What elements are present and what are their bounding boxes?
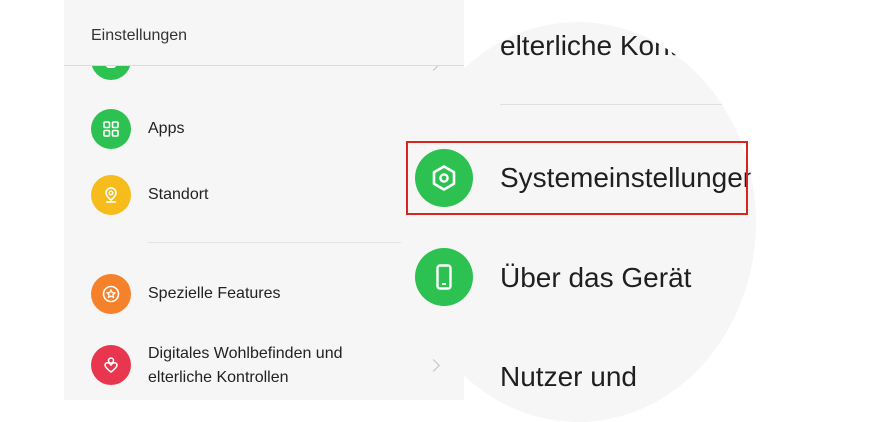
page-title-overlay: Einstellungen [91, 27, 188, 44]
settings-item-label: Standort [148, 186, 209, 203]
highlight-box [406, 141, 748, 215]
apps-grid-icon [91, 109, 131, 149]
settings-item-label: Digitales Wohlbefinden und elterliche Ko… [148, 345, 343, 386]
phone-device-icon [415, 248, 473, 306]
zoom-item-label: elterliche Kontr [500, 30, 687, 61]
settings-item-label: Spezielle Features [148, 285, 281, 302]
about-device-label[interactable]: Über das Gerät [500, 262, 691, 294]
zoom-divider [500, 104, 756, 105]
location-icon [91, 175, 131, 215]
heart-person-icon [91, 345, 131, 385]
settings-item-label: Apps [148, 120, 185, 137]
zoom-magnifier: elterliche Kontr Systemeinstellungen Übe… [400, 22, 756, 422]
zoom-item-label: Nutzer und [500, 361, 637, 392]
star-icon [91, 274, 131, 314]
